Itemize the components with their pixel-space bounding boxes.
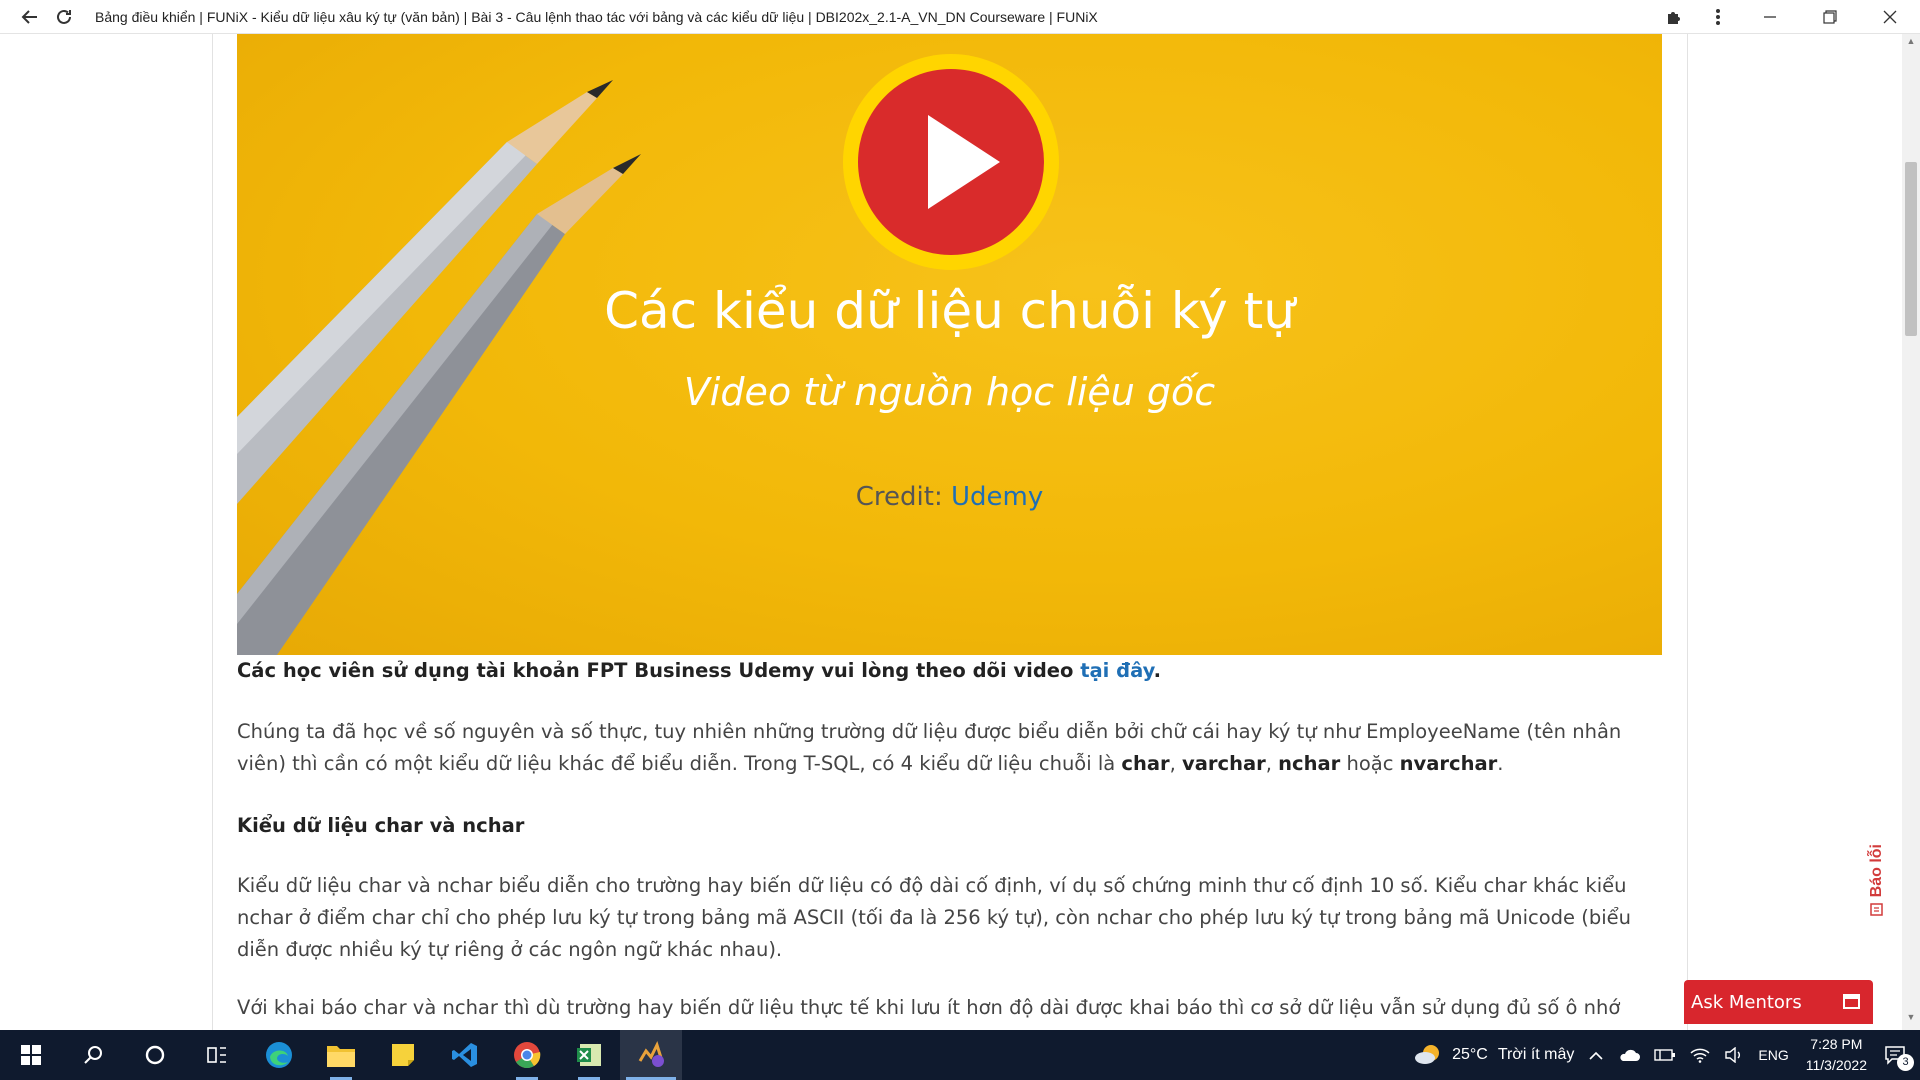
chevron-up-icon: [1589, 1051, 1603, 1060]
onedrive-status[interactable]: [1618, 1048, 1641, 1062]
tai-day-link[interactable]: tại đây: [1080, 659, 1153, 682]
sticky-notes-app[interactable]: [372, 1030, 434, 1080]
cortana-icon: [145, 1045, 165, 1065]
search-button[interactable]: [62, 1030, 124, 1080]
video-subtitle: Video từ nguồn học liệu gốc: [683, 370, 1216, 414]
notification-count-badge: 3: [1897, 1054, 1914, 1071]
menu-button[interactable]: [1696, 0, 1740, 34]
vscode-app[interactable]: [434, 1030, 496, 1080]
input-language[interactable]: ENG: [1758, 1047, 1788, 1063]
weather-cloud-sun-icon: [1415, 1045, 1440, 1064]
minimize-button[interactable]: [1740, 0, 1800, 34]
system-tray: 25°C Trời ít mây ENG 7:28 PM 11/3/2022 3: [1407, 1030, 1920, 1080]
close-button[interactable]: [1860, 0, 1920, 34]
expand-icon: [1843, 994, 1860, 1009]
wifi-status[interactable]: [1690, 1047, 1710, 1063]
vscode-icon: [452, 1043, 477, 1067]
edge-app[interactable]: [248, 1030, 310, 1080]
extensions-button[interactable]: [1652, 0, 1696, 34]
weather-text: Trời ít mây: [1497, 1046, 1575, 1063]
ask-mentors-label: Ask Mentors: [1691, 991, 1802, 1013]
report-error-tab[interactable]: Báo lỗi: [1862, 844, 1892, 964]
tracker-app-icon: [638, 1041, 664, 1067]
video-banner[interactable]: Các kiểu dữ liệu chuỗi ký tự Video từ ng…: [237, 34, 1662, 655]
windows-logo-icon: [21, 1045, 41, 1065]
weather-temp: 25°C: [1452, 1046, 1488, 1063]
chrome-app[interactable]: [496, 1030, 558, 1080]
udemy-notice-text: Các học viên sử dụng tài khoản FPT Busin…: [237, 659, 1074, 682]
intro-paragraph: Chúng ta đã học về số nguyên và số thực,…: [237, 720, 1622, 775]
type-varchar: varchar: [1182, 752, 1266, 775]
play-icon: [858, 69, 1044, 255]
restore-icon: [1823, 10, 1837, 24]
type-nchar: nchar: [1278, 752, 1341, 775]
task-view-button[interactable]: [186, 1030, 248, 1080]
type-nvarchar: nvarchar: [1399, 752, 1498, 775]
video-title: Các kiểu dữ liệu chuỗi ký tự: [604, 282, 1295, 340]
reload-button[interactable]: [47, 0, 81, 34]
section-heading: Kiểu dữ liệu char và nchar: [237, 814, 525, 837]
page-viewport: Các kiểu dữ liệu chuỗi ký tự Video từ ng…: [0, 34, 1920, 1030]
udemy-link[interactable]: Udemy: [951, 482, 1043, 512]
clock-date: 11/3/2022: [1805, 1057, 1867, 1073]
ask-mentors-button[interactable]: Ask Mentors: [1684, 980, 1873, 1024]
excel-icon: [577, 1044, 601, 1066]
notification-center[interactable]: 3: [1884, 1045, 1914, 1071]
kebab-menu-icon: [1716, 9, 1720, 25]
task-view-icon: [207, 1047, 226, 1063]
cloud-icon: [1620, 1049, 1641, 1061]
volume-control[interactable]: [1724, 1047, 1744, 1063]
type-char: char: [1121, 752, 1170, 775]
udemy-notice: Các học viên sử dụng tài khoản FPT Busin…: [237, 659, 1162, 682]
clock-time: 7:28 PM: [1810, 1036, 1863, 1052]
scroll-up-arrow-icon[interactable]: ▲: [1902, 36, 1920, 52]
page-title: Bảng điều khiển | FUNiX - Kiểu dữ liệu x…: [95, 8, 1098, 25]
taskbar: 25°C Trời ít mây ENG 7:28 PM 11/3/2022 3: [0, 1030, 1920, 1080]
char-nchar-paragraph: Kiểu dữ liệu char và nchar biểu diễn cho…: [237, 874, 1631, 961]
cortana-button[interactable]: [124, 1030, 186, 1080]
back-arrow-icon: [21, 9, 37, 24]
reload-icon: [57, 9, 71, 24]
scroll-down-arrow-icon[interactable]: ▼: [1902, 1012, 1920, 1028]
edge-icon: [266, 1042, 292, 1068]
video-credit: Credit: Udemy: [237, 482, 1662, 512]
play-button[interactable]: [843, 54, 1059, 270]
storage-paragraph: Với khai báo char và nchar thì dù trường…: [237, 996, 1621, 1030]
battery-icon: [1654, 1049, 1676, 1061]
pencils-illustration: [237, 80, 641, 655]
excel-app[interactable]: [558, 1030, 620, 1080]
sticky-note-icon: [392, 1044, 414, 1066]
start-button[interactable]: [0, 1030, 62, 1080]
battery-status[interactable]: [1654, 1048, 1676, 1062]
scrollbar[interactable]: ▲ ▼: [1902, 34, 1920, 1030]
chrome-icon: [514, 1042, 541, 1069]
clock[interactable]: 7:28 PM 11/3/2022: [1806, 1034, 1867, 1076]
search-icon: [84, 1046, 102, 1064]
weather-widget[interactable]: 25°C Trời ít mây: [1414, 1042, 1574, 1068]
report-error-label: Báo lỗi: [1868, 844, 1885, 898]
back-button[interactable]: [13, 0, 47, 34]
close-icon: [1883, 10, 1897, 24]
flag-icon: [1870, 903, 1883, 917]
restore-button[interactable]: [1800, 0, 1860, 34]
speaker-icon: [1725, 1047, 1741, 1063]
browser-titlebar: Bảng điều khiển | FUNiX - Kiểu dữ liệu x…: [0, 0, 1920, 34]
scroll-thumb[interactable]: [1905, 162, 1917, 336]
credit-label: Credit:: [855, 482, 943, 512]
wifi-icon: [1690, 1048, 1710, 1063]
tracker-app[interactable]: [620, 1030, 682, 1080]
file-explorer-app[interactable]: [310, 1030, 372, 1080]
minimize-icon: [1764, 16, 1776, 18]
show-hidden-icons-button[interactable]: [1588, 1049, 1604, 1061]
puzzle-icon: [1668, 12, 1680, 24]
folder-icon: [327, 1046, 355, 1067]
